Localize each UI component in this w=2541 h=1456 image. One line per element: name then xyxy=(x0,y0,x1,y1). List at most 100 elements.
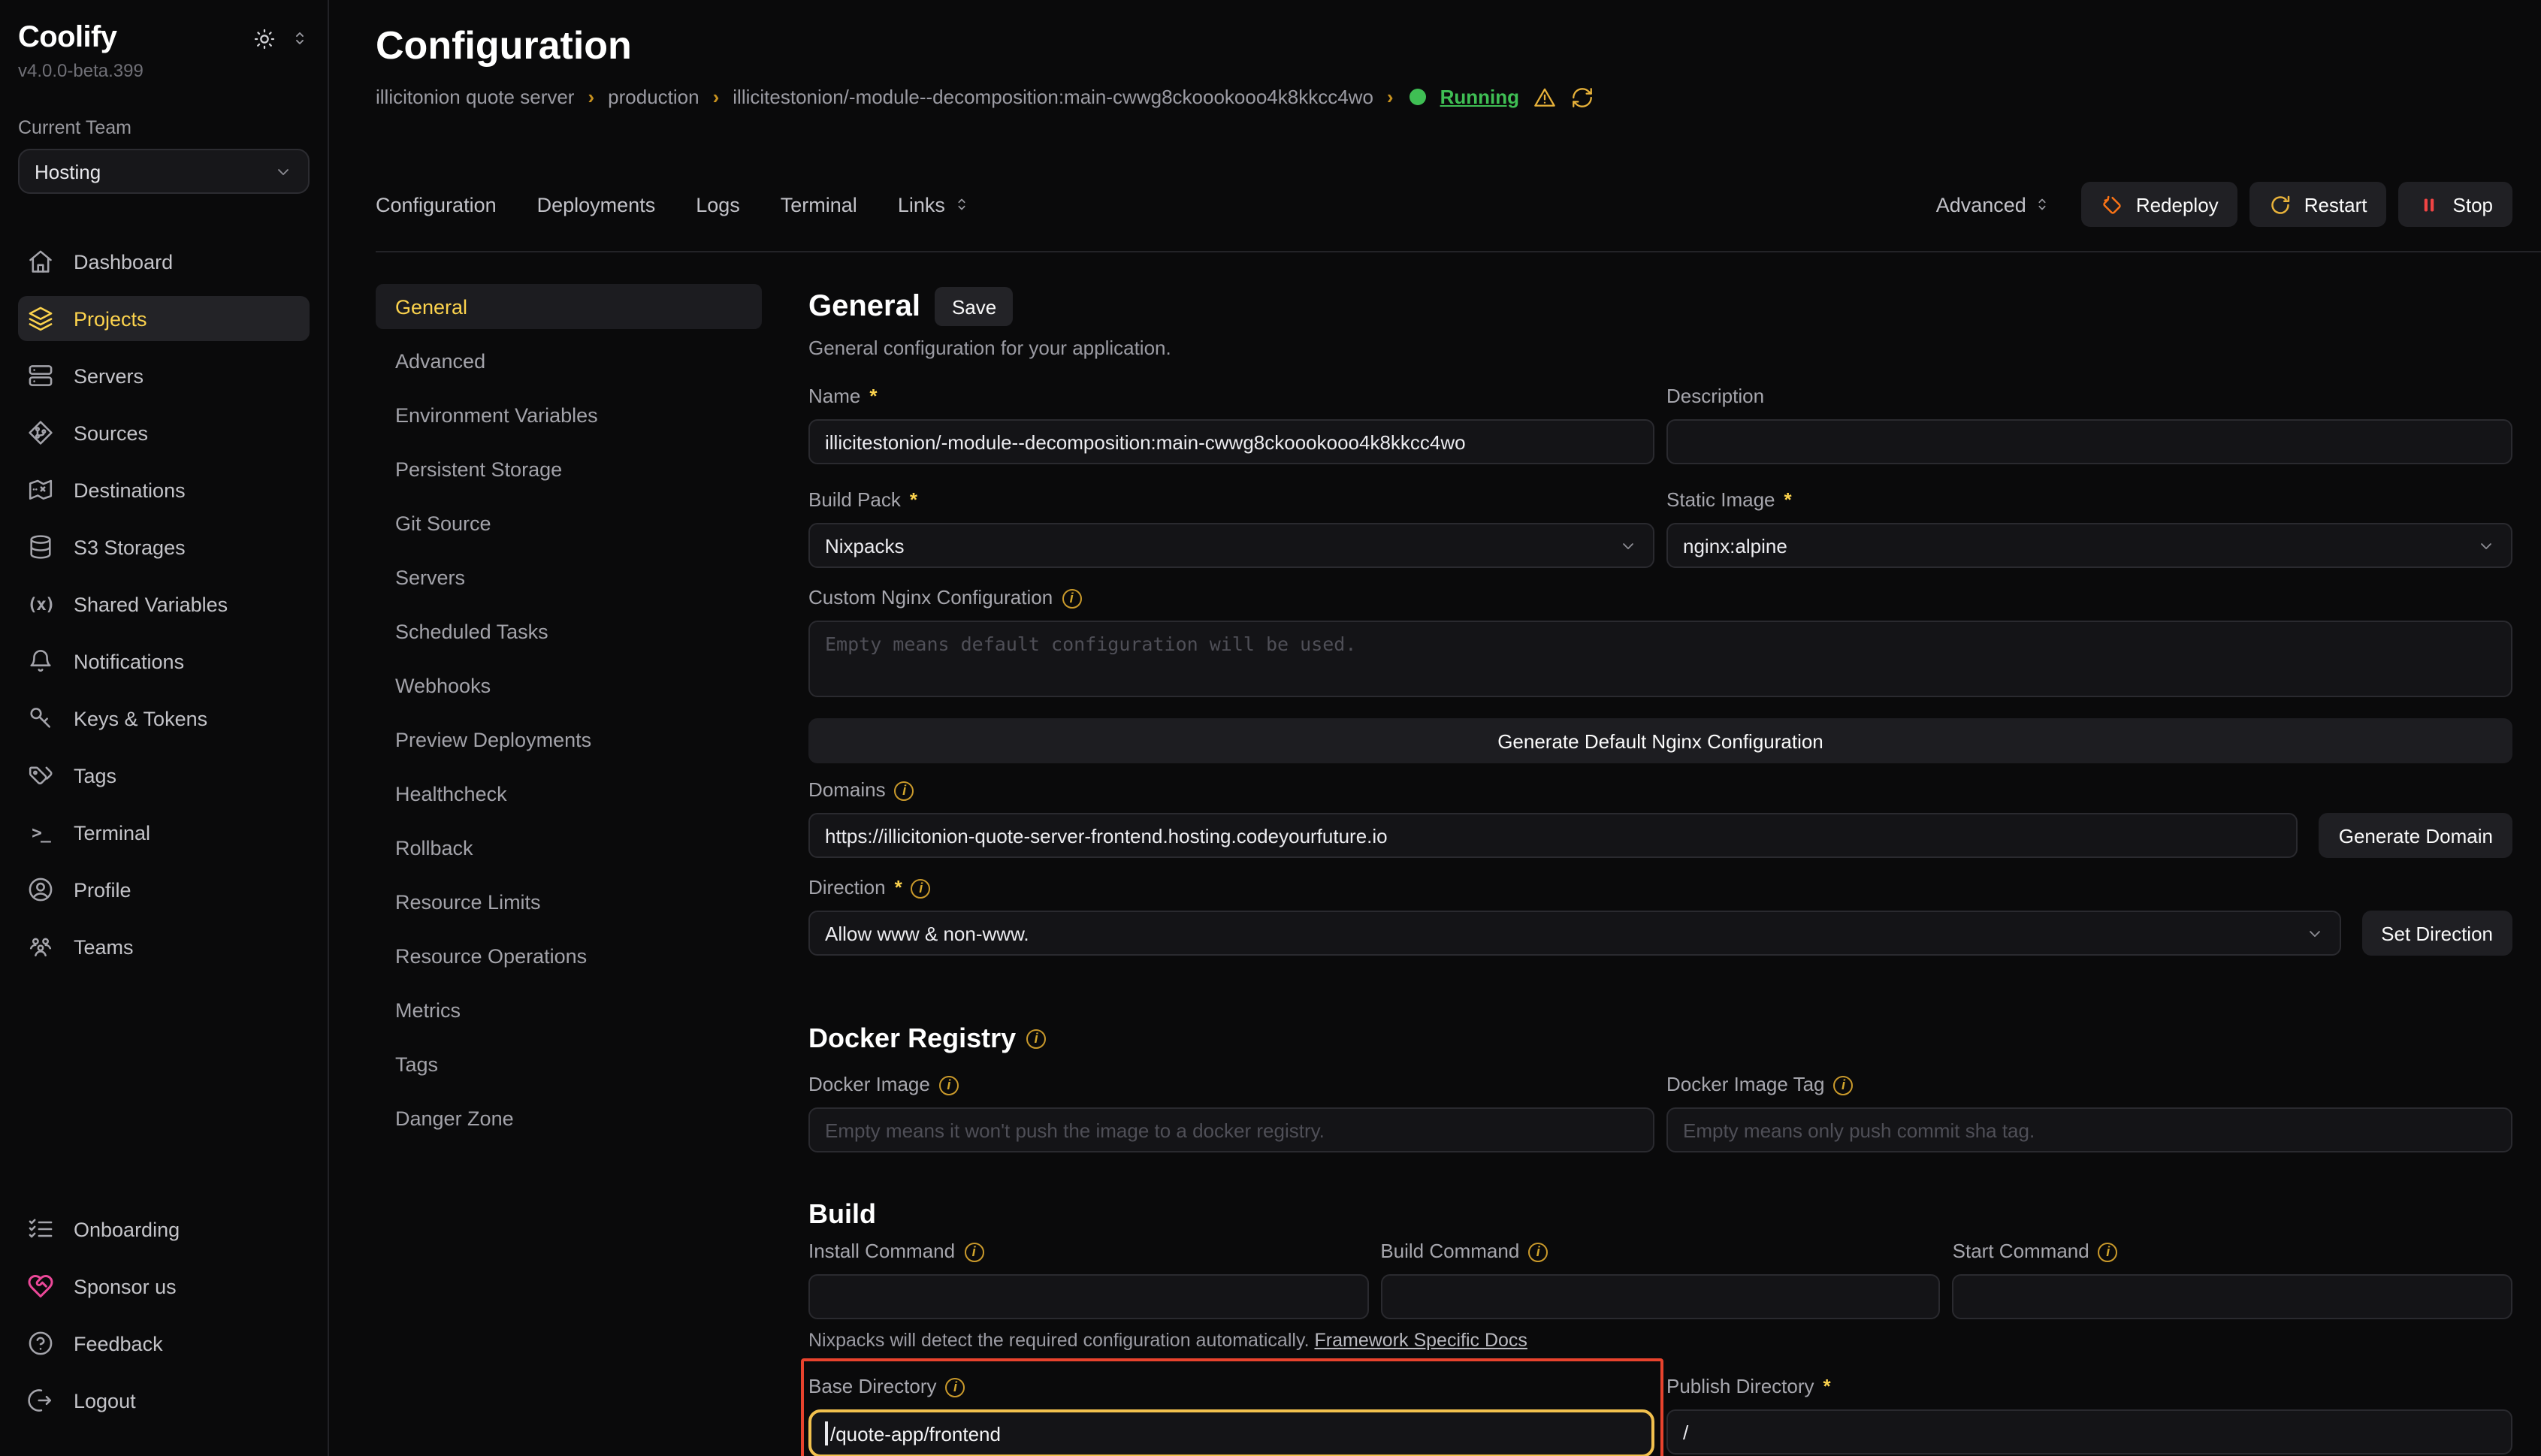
build-pack-select[interactable]: Nixpacks xyxy=(808,523,1654,568)
set-direction-button[interactable]: Set Direction xyxy=(2361,911,2512,956)
info-icon[interactable] xyxy=(1062,588,1081,608)
sidebar-item-feedback[interactable]: Feedback xyxy=(18,1321,310,1366)
subnav-item-danger-zone[interactable]: Danger Zone xyxy=(376,1095,762,1140)
tab-configuration[interactable]: Configuration xyxy=(376,193,497,216)
users-icon xyxy=(27,933,54,960)
subnav-item-rollback[interactable]: Rollback xyxy=(376,825,762,870)
layers-icon xyxy=(27,305,54,332)
sidebar-item-keys-tokens[interactable]: Keys & Tokens xyxy=(18,696,310,741)
tabs: Configuration Deployments Logs Terminal Link… xyxy=(376,193,1011,216)
install-command-input[interactable] xyxy=(808,1274,1368,1319)
custom-nginx-textarea[interactable] xyxy=(808,621,2512,697)
settings-content: General Save General configuration for y… xyxy=(808,284,2512,1456)
sidebar-item-tags[interactable]: Tags xyxy=(18,753,310,798)
subnav-item-general[interactable]: General xyxy=(376,284,762,329)
sidebar-item-destinations[interactable]: Destinations xyxy=(18,467,310,512)
restart-icon xyxy=(2270,193,2292,216)
name-input[interactable] xyxy=(808,419,1654,464)
direction-select[interactable]: Allow www & non-www. xyxy=(808,911,2340,956)
breadcrumb-separator-icon: › xyxy=(1387,84,1394,110)
tab-logs[interactable]: Logs xyxy=(696,193,740,216)
description-input[interactable] xyxy=(1666,419,2512,464)
chevrons-up-down-icon xyxy=(2034,195,2052,213)
info-icon[interactable] xyxy=(1026,1029,1046,1048)
build-command-input[interactable] xyxy=(1380,1274,1940,1319)
advanced-dropdown[interactable]: Advanced xyxy=(1936,193,2052,216)
framework-docs-link[interactable]: Framework Specific Docs xyxy=(1315,1330,1527,1351)
tab-links[interactable]: Links xyxy=(898,193,971,216)
subnav-item-metrics[interactable]: Metrics xyxy=(376,987,762,1032)
generate-domain-button[interactable]: Generate Domain xyxy=(2319,813,2512,858)
subnav-item-webhooks[interactable]: Webhooks xyxy=(376,663,762,708)
sidebar-item-terminal[interactable]: >_Terminal xyxy=(18,810,310,855)
info-icon[interactable] xyxy=(964,1242,983,1261)
redeploy-button[interactable]: Redeploy xyxy=(2082,182,2238,227)
warning-icon[interactable] xyxy=(1533,85,1557,109)
status-running-link[interactable]: Running xyxy=(1440,84,1519,110)
breadcrumb-link-2[interactable]: illicitestonion/-module--decomposition:m… xyxy=(733,84,1373,110)
subnav-item-persistent-storage[interactable]: Persistent Storage xyxy=(376,446,762,491)
generate-nginx-button[interactable]: Generate Default Nginx Configuration xyxy=(808,718,2512,763)
sidebar-item-sponsor-us[interactable]: Sponsor us xyxy=(18,1264,310,1309)
subnav-item-resource-limits[interactable]: Resource Limits xyxy=(376,879,762,924)
save-button[interactable]: Save xyxy=(935,287,1013,326)
subnav-item-healthcheck[interactable]: Healthcheck xyxy=(376,771,762,816)
sidebar-item-profile[interactable]: Profile xyxy=(18,867,310,912)
sidebar-item-teams[interactable]: Teams xyxy=(18,924,310,969)
build-command-label: Build Command xyxy=(1380,1240,1519,1264)
stop-button[interactable]: Stop xyxy=(2399,182,2513,227)
brand-logo[interactable]: Coolify xyxy=(18,21,116,56)
info-icon[interactable] xyxy=(2098,1242,2118,1261)
info-icon[interactable] xyxy=(939,1075,959,1095)
theme-sun-icon[interactable] xyxy=(252,26,276,50)
sidebar-item-s3-storages[interactable]: S3 Storages xyxy=(18,524,310,569)
subnav-item-git-source[interactable]: Git Source xyxy=(376,500,762,545)
subnav-item-servers[interactable]: Servers xyxy=(376,554,762,600)
sidebar-item-sources[interactable]: Sources xyxy=(18,410,310,455)
info-icon[interactable] xyxy=(895,781,914,800)
section-subtitle: General configuration for your applicati… xyxy=(808,337,2512,359)
sidebar-item-logout[interactable]: Logout xyxy=(18,1378,310,1423)
sidebar-item-onboarding[interactable]: Onboarding xyxy=(18,1207,310,1252)
breadcrumb-link-0[interactable]: illicitonion quote server xyxy=(376,84,574,110)
info-icon[interactable] xyxy=(1528,1242,1548,1261)
sidebar-item-projects[interactable]: Projects xyxy=(18,296,310,341)
build-pack-label: Build Pack xyxy=(808,488,901,512)
static-image-select[interactable]: nginx:alpine xyxy=(1666,523,2512,568)
sidebar-collapse-chevrons-icon[interactable] xyxy=(290,29,310,48)
required-asterisk xyxy=(1784,488,1792,512)
subnav-item-preview-deployments[interactable]: Preview Deployments xyxy=(376,717,762,762)
required-asterisk xyxy=(1823,1375,1831,1399)
required-asterisk xyxy=(895,876,902,900)
server-icon xyxy=(27,362,54,389)
domains-input[interactable] xyxy=(808,813,2298,858)
publish-directory-input[interactable] xyxy=(1666,1409,2512,1454)
info-icon[interactable] xyxy=(946,1377,965,1397)
docker-image-input[interactable] xyxy=(808,1107,1654,1152)
section-heading-docker-registry: Docker Registry xyxy=(808,1022,1016,1055)
subnav-item-scheduled-tasks[interactable]: Scheduled Tasks xyxy=(376,609,762,654)
refresh-icon[interactable] xyxy=(1570,85,1594,109)
sidebar-item-notifications[interactable]: Notifications xyxy=(18,639,310,684)
subnav-item-environment-variables[interactable]: Environment Variables xyxy=(376,392,762,437)
docker-image-tag-input[interactable] xyxy=(1666,1107,2512,1152)
subnav-item-resource-operations[interactable]: Resource Operations xyxy=(376,933,762,978)
home-icon xyxy=(27,248,54,275)
sidebar-item-label: Feedback xyxy=(74,1332,163,1355)
sidebar-item-shared-variables[interactable]: (x)Shared Variables xyxy=(18,581,310,627)
base-directory-input[interactable]: /quote-app/frontend xyxy=(808,1409,1654,1456)
info-icon[interactable] xyxy=(1834,1075,1854,1095)
section-heading-build: Build xyxy=(808,1198,876,1231)
start-command-input[interactable] xyxy=(1953,1274,2512,1319)
user-circle-icon xyxy=(27,876,54,903)
info-icon[interactable] xyxy=(911,878,931,898)
breadcrumb-link-1[interactable]: production xyxy=(608,84,699,110)
subnav-item-advanced[interactable]: Advanced xyxy=(376,338,762,383)
subnav-item-tags[interactable]: Tags xyxy=(376,1041,762,1086)
sidebar-item-servers[interactable]: Servers xyxy=(18,353,310,398)
tab-deployments[interactable]: Deployments xyxy=(537,193,656,216)
team-select[interactable]: Hosting xyxy=(18,149,310,194)
restart-button[interactable]: Restart xyxy=(2250,182,2387,227)
tab-terminal[interactable]: Terminal xyxy=(781,193,857,216)
sidebar-item-dashboard[interactable]: Dashboard xyxy=(18,239,310,284)
